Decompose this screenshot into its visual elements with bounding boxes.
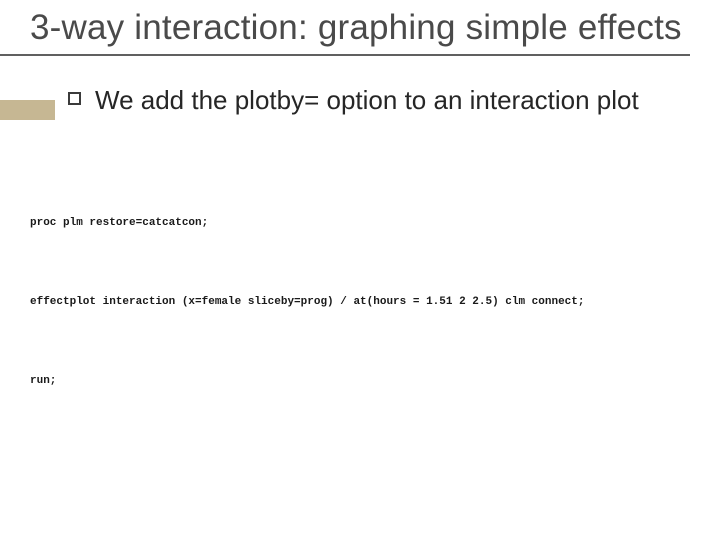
bullet-text: We add the plotby= option to an interact… — [95, 84, 639, 117]
square-bullet-icon — [68, 92, 81, 105]
body: We add the plotby= option to an interact… — [0, 56, 720, 117]
accent-bar — [0, 100, 55, 120]
code-block: proc plm restore=catcatcon; effectplot i… — [0, 117, 720, 447]
slide-title: 3-way interaction: graphing simple effec… — [30, 8, 690, 48]
code-line-1: proc plm restore=catcatcon; — [30, 210, 690, 236]
title-block: 3-way interaction: graphing simple effec… — [0, 0, 720, 56]
title-underline — [0, 54, 690, 56]
code-line-2: effectplot interaction (x=female sliceby… — [30, 289, 690, 315]
slide: 3-way interaction: graphing simple effec… — [0, 0, 720, 540]
bullet-item: We add the plotby= option to an interact… — [68, 84, 680, 117]
code-line-3: run; — [30, 368, 690, 394]
